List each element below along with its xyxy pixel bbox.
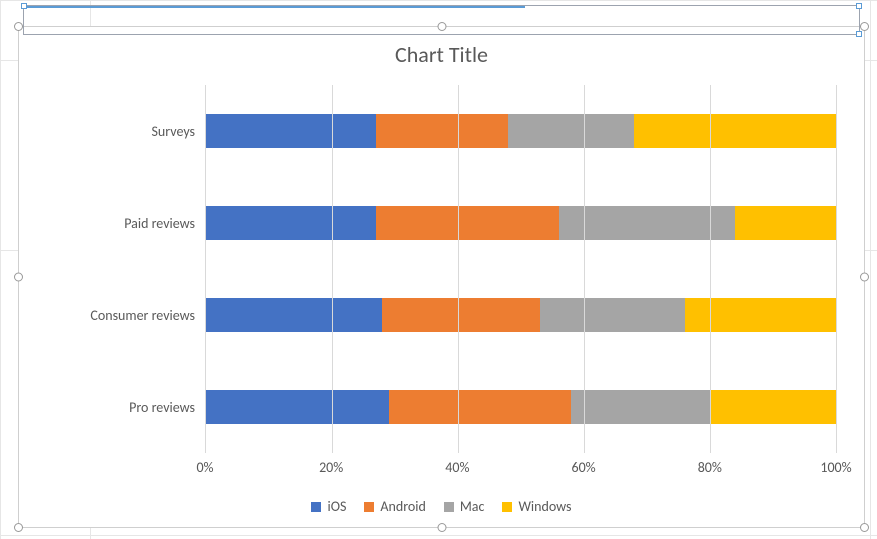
y-tick-label: Pro reviews — [65, 399, 195, 416]
gridline — [458, 85, 459, 453]
x-tick-label: 80% — [698, 459, 722, 476]
y-tick-label: Consumer reviews — [65, 307, 195, 324]
chart-object[interactable]: Chart Title Surveys Paid reviews Consumer … — [18, 26, 865, 528]
resize-handle-bottom-middle[interactable] — [437, 523, 446, 532]
plot-canvas — [205, 85, 836, 453]
bar-segment-ios[interactable] — [206, 206, 376, 240]
resize-handle-bottom-left[interactable] — [14, 523, 23, 532]
x-axis: 0%20%40%60%80%100% — [205, 457, 836, 479]
bar-row — [206, 206, 836, 240]
legend-label: Mac — [460, 498, 485, 515]
bar-segment-windows[interactable] — [735, 206, 836, 240]
y-tick-label: Surveys — [65, 123, 195, 140]
gridline — [584, 85, 585, 453]
resize-handle-top-middle[interactable] — [437, 22, 446, 31]
bar-segment-android[interactable] — [389, 390, 572, 424]
legend-item-windows[interactable]: Windows — [502, 498, 571, 515]
plot-area[interactable]: Surveys Paid reviews Consumer reviews Pro r… — [65, 85, 836, 453]
gridline — [710, 85, 711, 453]
bar-segment-android[interactable] — [376, 114, 508, 148]
resize-handle-middle-right[interactable] — [860, 273, 869, 282]
legend[interactable]: iOS Android Mac Windows — [19, 498, 864, 515]
legend-item-ios[interactable]: iOS — [311, 498, 346, 515]
resize-handle-top-left[interactable] — [14, 22, 23, 31]
bar-row — [206, 298, 836, 332]
bar-segment-windows[interactable] — [634, 114, 836, 148]
legend-swatch — [444, 502, 454, 512]
bar-segment-ios[interactable] — [206, 114, 376, 148]
legend-swatch — [502, 502, 512, 512]
bar-segment-mac[interactable] — [508, 114, 634, 148]
bar-segment-windows[interactable] — [685, 298, 836, 332]
gridline — [836, 85, 837, 453]
legend-swatch — [364, 502, 374, 512]
legend-item-android[interactable]: Android — [364, 498, 425, 515]
bar-segment-ios[interactable] — [206, 390, 389, 424]
bar-segment-mac[interactable] — [559, 206, 735, 240]
resize-handle-bottom-right[interactable] — [860, 523, 869, 532]
x-tick-label: 0% — [196, 459, 213, 476]
legend-label: Android — [380, 498, 425, 515]
chart-title[interactable]: Chart Title — [19, 27, 864, 68]
bar-segment-android[interactable] — [382, 298, 540, 332]
resize-handle-middle-left[interactable] — [14, 273, 23, 282]
y-tick-label: Paid reviews — [65, 215, 195, 232]
legend-item-mac[interactable]: Mac — [444, 498, 485, 515]
x-tick-label: 60% — [571, 459, 595, 476]
x-tick-label: 100% — [820, 459, 851, 476]
gridline — [332, 85, 333, 453]
bar-segment-mac[interactable] — [540, 298, 685, 332]
bar-row — [206, 114, 836, 148]
bar-segment-android[interactable] — [376, 206, 559, 240]
x-tick-label: 40% — [445, 459, 469, 476]
resize-handle-top-right[interactable] — [860, 22, 869, 31]
x-tick-label: 20% — [319, 459, 343, 476]
legend-label: iOS — [327, 498, 346, 515]
bar-segment-mac[interactable] — [571, 390, 710, 424]
bar-row — [206, 390, 836, 424]
y-axis: Surveys Paid reviews Consumer reviews Pro r… — [65, 85, 205, 453]
legend-swatch — [311, 502, 321, 512]
bar-segment-windows[interactable] — [710, 390, 836, 424]
legend-label: Windows — [518, 498, 571, 515]
bar-segment-ios[interactable] — [206, 298, 382, 332]
